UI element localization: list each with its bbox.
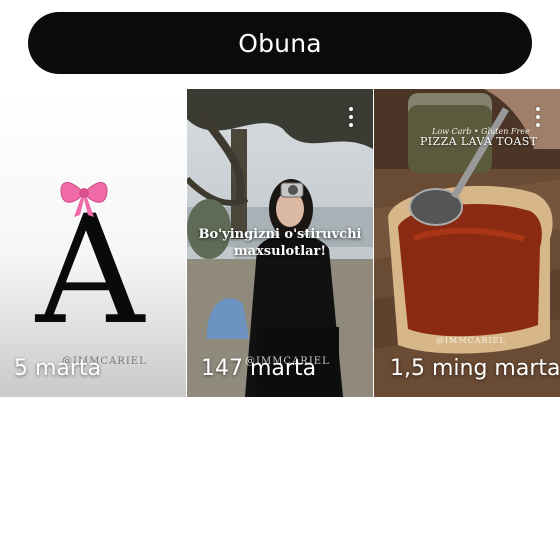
food-title: PIZZA LAVA TOAST <box>420 135 538 148</box>
subscribe-button[interactable]: Obuna <box>28 12 532 74</box>
subscribe-button-label: Obuna <box>238 28 322 58</box>
overlay-line-2: maxsulotlar! <box>233 244 327 259</box>
more-options-button[interactable] <box>532 107 544 127</box>
video-overlay-text: Bo'yingizni o'stiruvchi maxsulotlar! <box>187 226 373 260</box>
watermark: @IMMCARIEL <box>436 336 506 345</box>
video-grid: A @IMMCARIEL 5 marta Bo'yingizni o'stiru… <box>0 89 560 397</box>
overlay-line-1: Bo'yingizni o'stiruvchi <box>198 227 362 242</box>
view-count: 1,5 ming marta <box>390 356 560 381</box>
more-vert-icon <box>536 107 540 111</box>
view-count: 147 marta <box>201 356 317 381</box>
video-thumbnail-1: A <box>0 89 186 397</box>
view-count: 5 marta <box>14 356 102 381</box>
video-card-2[interactable]: Bo'yingizni o'stiruvchi maxsulotlar! @IM… <box>187 89 373 397</box>
video-card-3[interactable]: Low Carb • Gluten Free PIZZA LAVA TOAST … <box>374 89 560 397</box>
video-card-1[interactable]: A @IMMCARIEL 5 marta <box>0 89 186 397</box>
more-options-button[interactable] <box>345 107 357 127</box>
more-vert-icon <box>349 107 353 111</box>
